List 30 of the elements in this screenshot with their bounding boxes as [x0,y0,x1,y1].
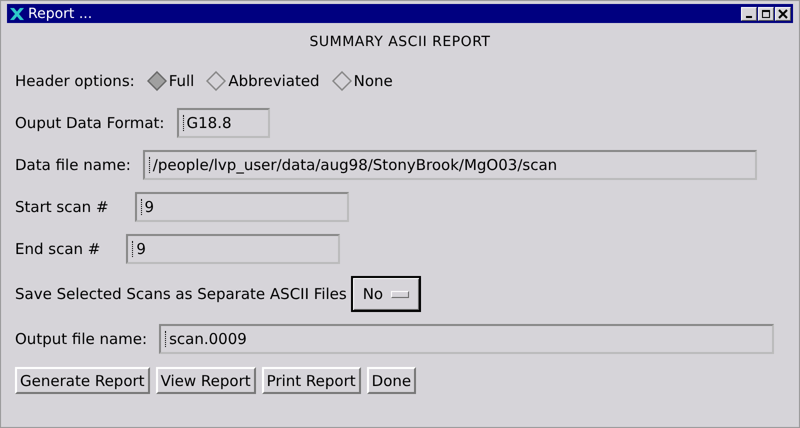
field-label: Save Selected Scans as Separate ASCII Files [15,285,347,303]
radio-option[interactable]: Full [146,71,194,91]
field-label: Output file name: [15,330,148,348]
field-label: Start scan # [15,198,109,216]
maximize-button[interactable] [758,6,774,20]
report-heading: SUMMARY ASCII REPORT [308,34,492,52]
field-label: Ouput Data Format: [15,114,164,132]
action-button[interactable]: View Report [156,367,256,394]
radio-option[interactable]: Abbreviated [206,71,320,91]
input-field[interactable]: /people/lvp_user/data/aug98/StonyBrook/MgO03/scan [142,150,757,180]
action-button[interactable]: Generate Report [15,367,150,394]
field-label: End scan # [15,240,100,258]
close-button[interactable] [775,6,791,20]
action-button[interactable]: Done [366,367,416,394]
input-field[interactable]: G18.8 [176,108,270,138]
minimize-button[interactable] [741,6,757,20]
window-title: Report ... [28,6,92,22]
field-label: Data file name: [15,156,131,174]
minimize-icon [746,16,752,18]
option-menu-button[interactable]: No [350,276,422,312]
x-logo-icon [9,6,25,20]
close-icon [778,8,788,18]
radio-option[interactable]: None [332,71,393,91]
option-indicator-icon [391,290,410,298]
input-field[interactable]: 9 [126,234,340,264]
maximize-icon [761,8,771,18]
input-field[interactable]: 9 [134,192,349,222]
action-button[interactable]: Print Report [262,367,361,394]
header-options-label: Header options: [15,72,135,90]
input-field[interactable]: scan.0009 [159,324,774,354]
